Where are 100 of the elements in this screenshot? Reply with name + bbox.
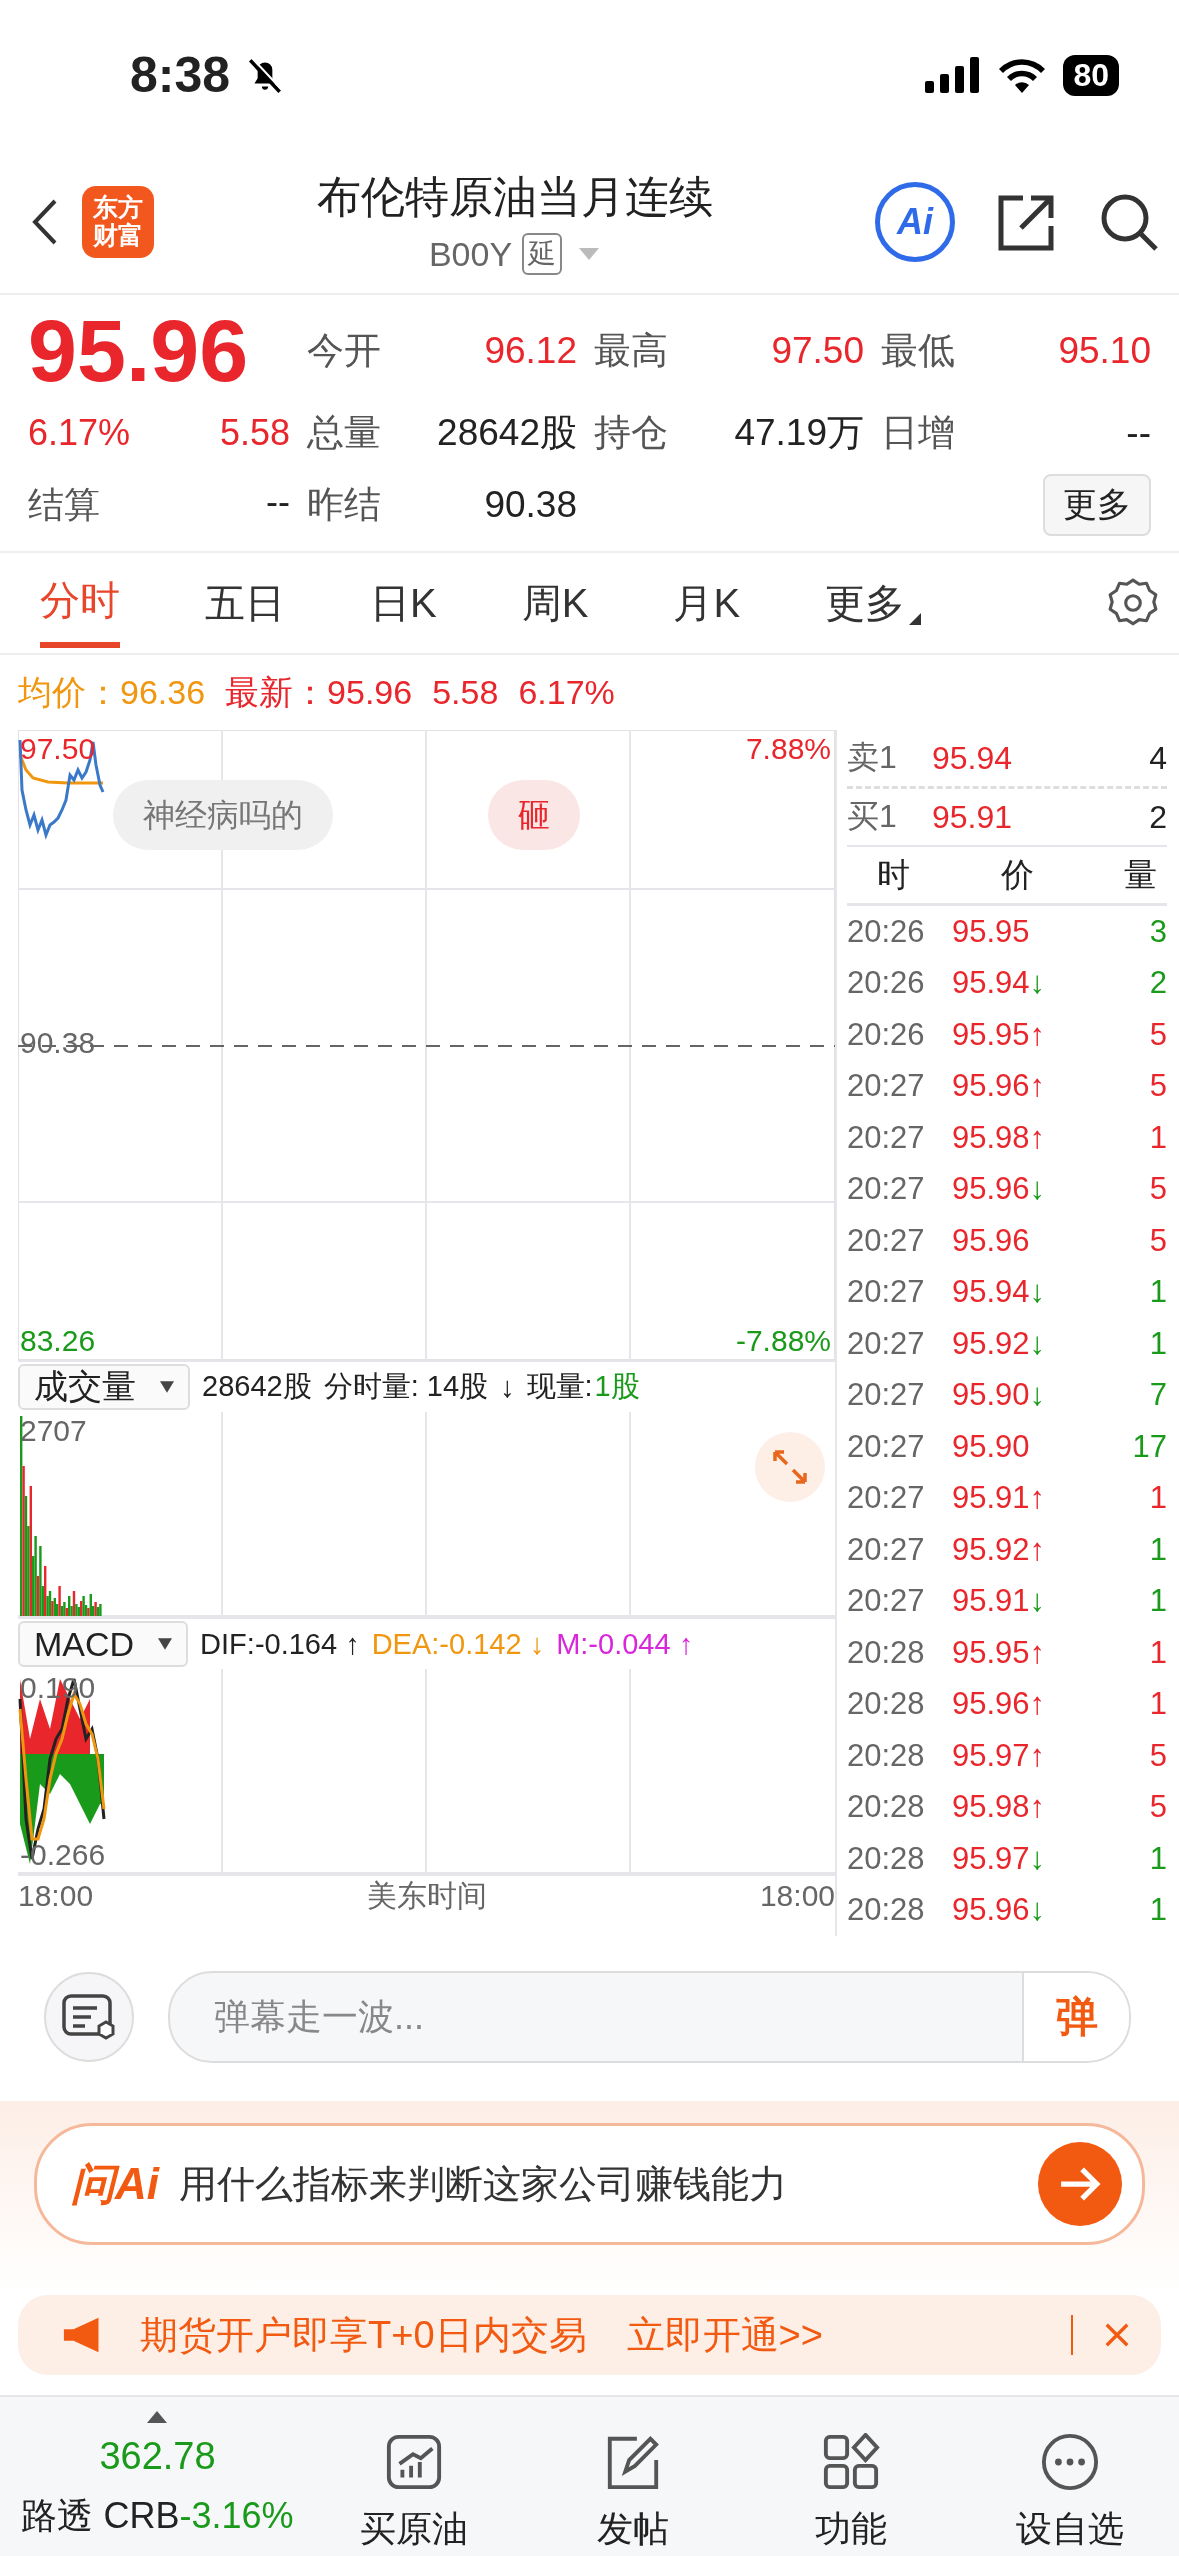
trade-volume: 5: [1148, 1016, 1167, 1053]
stat-label: 今开: [307, 329, 381, 373]
change-percent: 6.17%: [28, 412, 131, 454]
status-time: 8:38: [130, 46, 231, 104]
trade-price: 95.92: [952, 1531, 1030, 1568]
column-header: 价: [1000, 854, 1034, 895]
stat-value: 47.19万: [734, 411, 864, 455]
ai-question-bar[interactable]: 问Ai 用什么指标来判断这家公司赚钱能力: [34, 2123, 1145, 2245]
trade-arrow: ↓: [1029, 1377, 1046, 1414]
trade-volume: 1: [1148, 1634, 1167, 1671]
caret-up-icon: [147, 2411, 168, 2423]
column-header: 量: [1124, 854, 1157, 895]
battery-level: 80: [1063, 54, 1119, 96]
trade-price: 95.96: [952, 1222, 1030, 1259]
trade-time: 20:28: [847, 1737, 926, 1774]
app-logo: 东方 财富: [82, 185, 154, 258]
chart-tab[interactable]: 分时: [40, 558, 120, 648]
danmaku-settings-icon[interactable]: [44, 1972, 134, 2062]
expand-icon[interactable]: [755, 1432, 825, 1502]
stat-value: 95.10: [1058, 330, 1151, 372]
trade-price: 95.94: [952, 965, 1030, 1002]
order-level: 卖1: [847, 738, 898, 777]
trade-volume: 5: [1148, 1171, 1167, 1208]
trade-price: 95.96: [952, 1068, 1030, 1105]
trade-volume: 1: [1148, 1531, 1167, 1568]
trade-arrow: ↑: [1029, 1789, 1046, 1826]
instrument-code: B00Y: [428, 234, 513, 274]
trade-time: 20:26: [847, 913, 926, 950]
axis-label: 7.88%: [745, 732, 831, 766]
trade-time: 20:27: [847, 1274, 926, 1311]
order-quantity: 2: [1148, 798, 1167, 836]
trade-price: 95.96: [952, 1686, 1030, 1723]
latest-price: 95.96: [327, 673, 413, 712]
trade-arrow: ↑: [1029, 1634, 1046, 1671]
trade-volume: 17: [1131, 1428, 1167, 1465]
trade-price: 95.91: [952, 1480, 1030, 1517]
arrow-right-icon[interactable]: [1038, 2142, 1122, 2226]
trade-time: 20:28: [847, 1686, 926, 1723]
axis-label: -7.88%: [735, 1324, 831, 1358]
trade-price: 95.98: [952, 1789, 1030, 1826]
trade-time: 20:28: [847, 1840, 926, 1877]
index-name[interactable]: 路透 CRB: [21, 2495, 180, 2536]
trade-arrow: ↓: [1029, 1325, 1046, 1362]
trade-time: 20:27: [847, 1583, 926, 1620]
trade-volume: 5: [1148, 1068, 1167, 1105]
nav-label[interactable]: 发帖: [596, 2505, 669, 2554]
trade-price: 95.91: [952, 1583, 1030, 1620]
nav-label[interactable]: 功能: [815, 2505, 888, 2554]
trade-arrow: ↓: [1029, 1892, 1046, 1929]
trade-volume: 1: [1148, 1892, 1167, 1929]
stat-label: 总量: [307, 411, 381, 455]
nav-label[interactable]: 设自选: [1015, 2505, 1124, 2554]
trade-volume: 1: [1148, 1583, 1167, 1620]
chart-tab[interactable]: 五日: [205, 561, 285, 645]
chart-tab[interactable]: 日K: [370, 561, 437, 645]
average-price-label: 均价：: [18, 671, 120, 713]
ai-question: 用什么指标来判断这家公司赚钱能力: [179, 2161, 788, 2207]
dropdown-icon[interactable]: [160, 1381, 174, 1393]
ai-button[interactable]: Ai: [875, 181, 955, 262]
trade-time: 20:28: [847, 1634, 926, 1671]
trade-arrow: ↑: [1029, 1068, 1046, 1105]
trade-time: 20:27: [847, 1531, 926, 1568]
stat-label: 日增: [881, 411, 955, 455]
indicator-selector[interactable]: MACD: [18, 1621, 189, 1667]
chart-tab[interactable]: 月K: [673, 561, 741, 645]
latest-change: 5.58: [432, 673, 499, 712]
more-button[interactable]: 更多: [1043, 474, 1151, 536]
trade-volume: 1: [1148, 1840, 1167, 1877]
order-quantity: 4: [1148, 739, 1167, 777]
chart-tab[interactable]: 更多: [825, 561, 922, 645]
dea-value: DEA:-0.142 ↓: [371, 1627, 545, 1661]
danmaku-bubble: 砸: [488, 780, 580, 850]
trade-time: 20:27: [847, 1377, 926, 1414]
trade-arrow: ↑: [1029, 1737, 1046, 1774]
current-volume-label: 现量:: [526, 1369, 593, 1404]
trade-arrow: ↓: [1029, 1171, 1046, 1208]
apps-icon[interactable]: [822, 2433, 881, 2491]
indicator-selector[interactable]: 成交量: [18, 1364, 190, 1410]
trade-price: 95.94: [952, 1274, 1030, 1311]
chart-tab[interactable]: 周K: [521, 561, 589, 645]
macd-value: M:-0.044 ↑: [556, 1627, 694, 1661]
axis-title: 美东时间: [366, 1877, 487, 1914]
change-value: 5.58: [219, 412, 290, 454]
chart-icon[interactable]: [385, 2433, 444, 2491]
trade-volume: 5: [1148, 1789, 1167, 1826]
close-icon[interactable]: [1103, 2321, 1131, 2349]
danmaku-bubble: 神经病吗的: [113, 780, 333, 850]
promo-text: 期货开户即享T+0日内交易: [140, 2312, 587, 2358]
dropdown-icon[interactable]: [909, 612, 922, 625]
order-price: 95.91: [932, 798, 1014, 836]
trade-arrow: ↑: [1029, 1119, 1046, 1156]
column-header: 时: [877, 854, 910, 895]
more-icon[interactable]: [1040, 2433, 1099, 2491]
dropdown-icon[interactable]: [158, 1638, 173, 1650]
nav-label[interactable]: 买原油: [360, 2505, 469, 2554]
trade-volume: 2: [1148, 965, 1167, 1002]
trade-arrow: ↓: [1029, 1840, 1046, 1877]
current-volume: 1股: [594, 1369, 640, 1404]
trade-price: 95.97: [952, 1840, 1030, 1877]
latest-change-percent: 6.17%: [518, 673, 615, 712]
